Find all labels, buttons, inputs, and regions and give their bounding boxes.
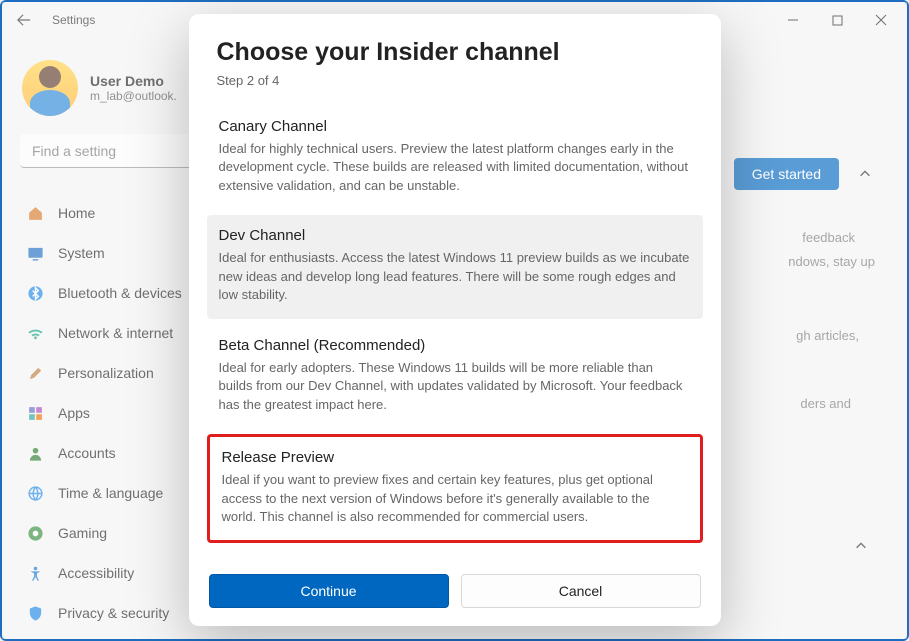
channel-canary[interactable]: Canary Channel Ideal for highly technica…	[207, 106, 703, 209]
channel-title: Beta Channel (Recommended)	[219, 337, 691, 354]
insider-channel-modal: Choose your Insider channel Step 2 of 4 …	[189, 14, 721, 626]
channel-desc: Ideal for early adopters. These Windows …	[219, 359, 691, 414]
modal-title: Choose your Insider channel	[217, 38, 693, 67]
channel-title: Release Preview	[222, 449, 688, 466]
modal-footer: Continue Cancel	[189, 560, 721, 608]
channel-desc: Ideal for enthusiasts. Access the latest…	[219, 249, 691, 304]
channel-title: Dev Channel	[219, 227, 691, 244]
modal-header: Choose your Insider channel Step 2 of 4	[189, 38, 721, 96]
channel-desc: Ideal if you want to preview fixes and c…	[222, 471, 688, 526]
channel-beta[interactable]: Beta Channel (Recommended) Ideal for ear…	[207, 325, 703, 428]
modal-step: Step 2 of 4	[217, 73, 693, 88]
modal-overlay: Choose your Insider channel Step 2 of 4 …	[2, 2, 907, 639]
settings-window: Settings User Demo m_lab@outlook.	[0, 0, 909, 641]
channel-desc: Ideal for highly technical users. Previe…	[219, 140, 691, 195]
channel-title: Canary Channel	[219, 118, 691, 135]
channel-dev[interactable]: Dev Channel Ideal for enthusiasts. Acces…	[207, 215, 703, 318]
cancel-button[interactable]: Cancel	[461, 574, 701, 608]
continue-button[interactable]: Continue	[209, 574, 449, 608]
channels-list: Canary Channel Ideal for highly technica…	[189, 96, 721, 560]
channel-release-preview[interactable]: Release Preview Ideal if you want to pre…	[207, 434, 703, 543]
